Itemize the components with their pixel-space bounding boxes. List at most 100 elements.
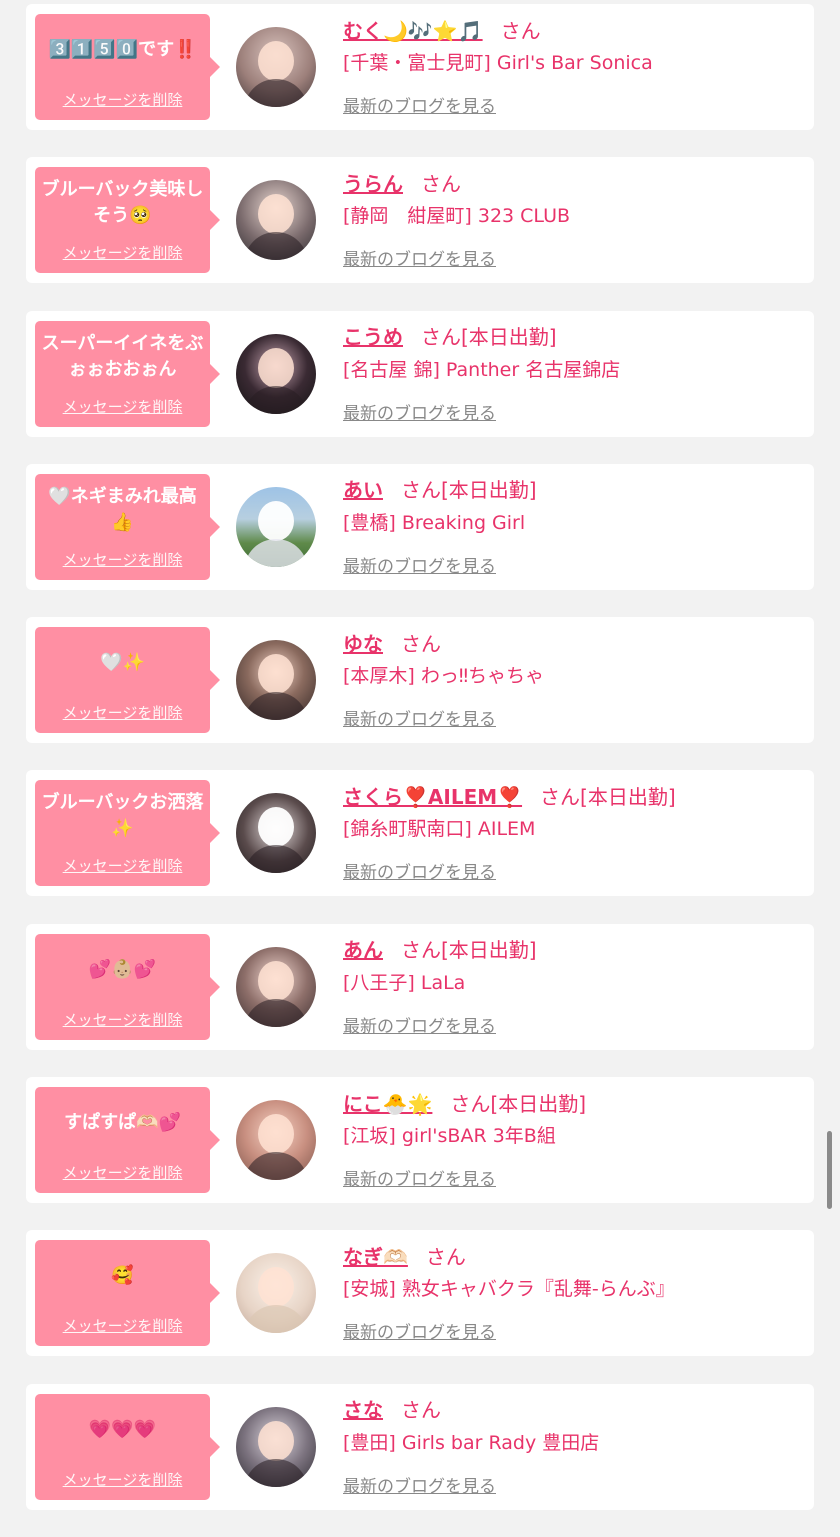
user-info: あん さん[本日出勤] [八王子] LaLa 最新のブログを見る [343,934,803,1037]
avatar-face [258,1114,294,1155]
avatar-face [258,194,294,235]
avatar-face [258,500,294,541]
user-info: ゆな さん [本厚木] わっ‼ちゃちゃ 最新のブログを見る [343,627,803,731]
avatar[interactable] [236,946,316,1027]
message-text: 💗💗💗 [88,1418,157,1440]
latest-blog-link[interactable]: 最新のブログを見る [343,245,496,270]
latest-blog-link[interactable]: 最新のブログを見る [343,399,496,424]
message-text: 🥰 [111,1265,134,1287]
user-name-link[interactable]: うらん [343,168,403,197]
latest-blog-link[interactable]: 最新のブログを見る [343,1012,496,1037]
list-item: ブルーバック美味しそう🥺 メッセージを削除 うらん さん [静岡 紺屋町] 32… [26,157,814,284]
scrollbar-thumb[interactable] [827,1131,832,1209]
avatar[interactable] [236,486,316,567]
user-info: こうめ さん[本日出勤] [名古屋 錦] Panther 名古屋錦店 最新のブロ… [343,321,803,424]
message-text: ブルーバック美味しそう🥺 [41,179,204,227]
user-name-link[interactable]: あん [343,934,383,963]
latest-blog-link[interactable]: 最新のブログを見る [343,1472,496,1497]
avatar[interactable] [236,1100,316,1181]
avatar[interactable] [236,1406,316,1487]
avatar-face [258,41,294,81]
name-line: ゆな さん [343,627,803,657]
delete-message-link[interactable]: メッセージを削除 [35,1162,210,1183]
list-item: 💕👶🏼💕 メッセージを削除 あん さん[本日出勤] [八王子] LaLa 最新の… [26,923,814,1050]
message-bubble: 💗💗💗 メッセージを削除 [35,1393,220,1500]
avatar[interactable] [236,640,316,721]
user-name-link[interactable]: あい [343,474,383,503]
name-line: さな さん [343,1394,803,1424]
message-text: 🤍✨ [100,652,145,674]
message-bubble: ブルーバックお洒落✨ メッセージを削除 [35,780,220,887]
avatar[interactable] [236,793,316,874]
name-suffix: さん[本日出勤] [421,325,557,350]
avatar-body [244,845,308,874]
name-line: さくら❣️AILEM❣️ さん[本日出勤] [343,780,803,810]
delete-message-link[interactable]: メッセージを削除 [35,396,210,417]
delete-message-link[interactable]: メッセージを削除 [35,89,210,110]
avatar-body [244,692,308,721]
shop-label: [江坂] girl'sBAR 3年B組 [343,1125,556,1148]
user-name-link[interactable]: さくら❣️AILEM❣️ [343,781,522,810]
delete-message-link[interactable]: メッセージを削除 [35,242,210,263]
avatar[interactable] [236,180,316,261]
latest-blog-link[interactable]: 最新のブログを見る [343,92,496,117]
avatar-face [258,347,294,388]
delete-message-link[interactable]: メッセージを削除 [35,1469,210,1490]
list-item: 💗💗💗 メッセージを削除 さな さん [豊田] Girls bar Rady 豊… [26,1383,814,1510]
latest-blog-link[interactable]: 最新のブログを見る [343,705,496,730]
avatar-face [258,1420,294,1461]
name-suffix: さん[本日出勤] [450,1091,587,1116]
name-suffix: さん[本日出勤] [401,478,537,503]
latest-blog-link[interactable]: 最新のブログを見る [343,1318,496,1343]
delete-message-link[interactable]: メッセージを削除 [35,1009,210,1030]
list-item: 🥰 メッセージを削除 なぎ🫶🏻 さん [安城] 熟女キャバクラ『乱舞-らんぶ』 … [26,1230,814,1357]
message-text: ブルーバックお洒落✨ [41,792,204,840]
message-bubble: 🤍✨ メッセージを削除 [35,627,220,734]
message-text: スーパーイイネをぶぉぉおおぉん [41,332,204,380]
avatar-body [244,538,308,567]
shop-label: [八王子] LaLa [343,971,466,994]
latest-blog-link[interactable]: 最新のブログを見る [343,552,496,577]
name-line: あん さん[本日出勤] [343,934,803,964]
user-name-link[interactable]: むく🌙🎶⭐️🎵 [343,15,483,44]
user-name-link[interactable]: ゆな [343,628,383,657]
user-name-link[interactable]: さな [343,1394,383,1423]
user-name-link[interactable]: こうめ [343,321,403,350]
message-bubble: 💕👶🏼💕 メッセージを削除 [35,933,220,1040]
message-text: 3️⃣1️⃣5️⃣0️⃣です‼️ [48,39,197,60]
avatar[interactable] [236,1253,316,1334]
shop-label: [豊田] Girls bar Rady 豊田店 [343,1431,600,1454]
user-info: にこ🐣🌟 さん[本日出勤] [江坂] girl'sBAR 3年B組 最新のブログ… [343,1087,803,1191]
avatar-body [244,1305,308,1334]
user-info: なぎ🫶🏻 さん [安城] 熟女キャバクラ『乱舞-らんぶ』 最新のブログを見る [343,1240,803,1344]
delete-message-link[interactable]: メッセージを削除 [35,549,210,570]
message-text: 🤍ネギまみれ最高👍 [48,485,197,533]
name-line: にこ🐣🌟 さん[本日出勤] [343,1087,803,1117]
avatar-face [258,807,294,848]
name-line: こうめ さん[本日出勤] [343,321,803,351]
shop-label: [静岡 紺屋町] 323 CLUB [343,205,571,228]
avatar[interactable] [236,333,316,414]
name-suffix: さん [401,631,441,656]
name-line: むく🌙🎶⭐️🎵 さん [343,14,803,44]
latest-blog-link[interactable]: 最新のブログを見る [343,1165,496,1190]
name-line: うらん さん [343,167,803,197]
latest-blog-link[interactable]: 最新のブログを見る [343,858,496,883]
shop-label: [豊橋] Breaking Girl [343,511,526,534]
delete-message-link[interactable]: メッセージを削除 [35,855,210,876]
delete-message-link[interactable]: メッセージを削除 [35,702,210,723]
user-info: うらん さん [静岡 紺屋町] 323 CLUB 最新のブログを見る [343,167,803,271]
avatar[interactable] [236,27,316,107]
avatar-body [244,998,308,1027]
list-item: すぱすぱ🫶🏻💕 メッセージを削除 にこ🐣🌟 さん[本日出勤] [江坂] girl… [26,1077,814,1204]
list-item: 🤍✨ メッセージを削除 ゆな さん [本厚木] わっ‼ちゃちゃ 最新のブログを見… [26,617,814,744]
user-name-link[interactable]: なぎ🫶🏻 [343,1241,408,1270]
user-info: むく🌙🎶⭐️🎵 さん [千葉・富士見町] Girl's Bar Sonica 最… [343,14,803,118]
name-suffix: さん[本日出勤] [540,784,676,809]
message-text: すぱすぱ🫶🏻💕 [64,1112,181,1134]
avatar-body [244,232,308,261]
name-suffix: さん [500,18,541,43]
delete-message-link[interactable]: メッセージを削除 [35,1315,210,1336]
list-item: ブルーバックお洒落✨ メッセージを削除 さくら❣️AILEM❣️ さん[本日出勤… [26,770,814,897]
user-name-link[interactable]: にこ🐣🌟 [343,1088,432,1117]
